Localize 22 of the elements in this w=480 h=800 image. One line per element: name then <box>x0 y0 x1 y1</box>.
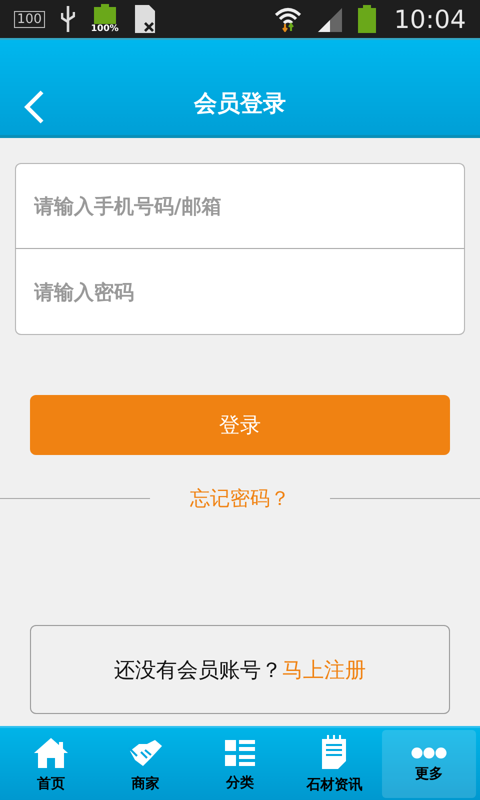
battery-percent: 100% <box>90 24 119 34</box>
storage-indicator: 100 <box>14 10 45 28</box>
tab[interactable]: 首页 <box>4 730 98 798</box>
account-field[interactable]: 请输入手机号码/邮箱 <box>15 163 465 249</box>
wifi-icon <box>274 6 302 32</box>
tab[interactable]: 商家 <box>98 730 193 798</box>
home-icon <box>32 736 70 770</box>
tab[interactable]: 更多 <box>382 730 476 798</box>
signal-icon <box>318 6 342 32</box>
usb-icon <box>60 6 75 32</box>
notepad-icon <box>320 734 348 770</box>
page-title: 会员登录 <box>194 90 286 119</box>
back-button[interactable] <box>22 90 46 124</box>
clock: 10:04 <box>394 4 466 34</box>
battery-icon <box>94 4 116 24</box>
battery-icon <box>358 5 376 33</box>
sim-card-icon <box>134 5 157 33</box>
register-prompt: 还没有会员账号？ <box>114 656 282 684</box>
more-icon <box>410 746 447 760</box>
tab[interactable]: 分类 <box>192 730 288 798</box>
password-field[interactable]: 请输入密码 <box>15 249 465 335</box>
tab[interactable]: 石材资讯 <box>287 730 382 798</box>
